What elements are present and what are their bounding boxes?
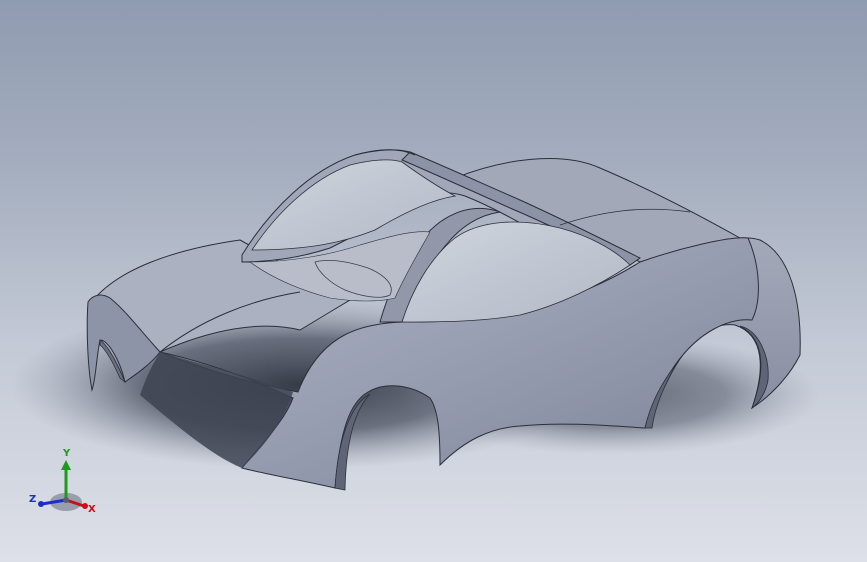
axis-triad: X Y Z bbox=[29, 448, 96, 515]
graphics-viewport[interactable]: X Y Z bbox=[0, 0, 867, 562]
z-axis-tip bbox=[38, 501, 44, 507]
z-axis-label: Z bbox=[29, 494, 36, 505]
y-axis-arrow bbox=[61, 460, 71, 470]
car-body-model[interactable] bbox=[0, 0, 867, 562]
triad-origin bbox=[63, 497, 69, 503]
y-axis-label: Y bbox=[62, 448, 71, 459]
x-axis-label: X bbox=[88, 504, 96, 515]
